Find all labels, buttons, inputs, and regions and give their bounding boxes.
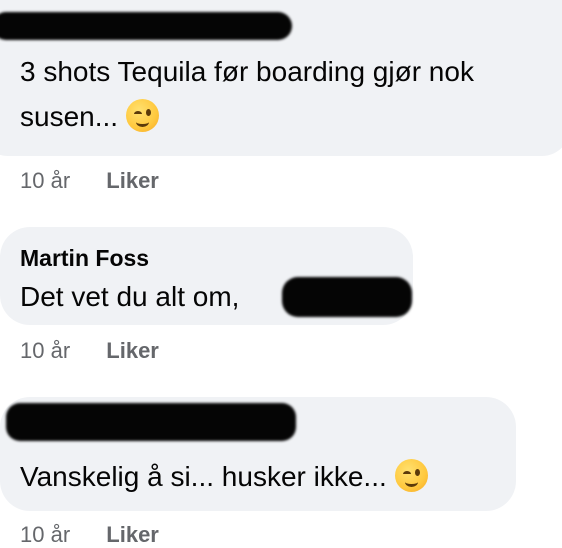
comment-author[interactable]: Martin Foss [20, 245, 149, 272]
like-button[interactable]: Liker [106, 168, 159, 194]
comment-timestamp: 10 år [20, 522, 71, 547]
comment-bubble: Martin Foss Det vet du alt om, [0, 227, 413, 325]
comment-meta: 10 år Liker [20, 168, 159, 194]
comment-bubble: 3 shots Tequila før boarding gjør nok su… [0, 0, 562, 156]
comment-text-line: 3 shots Tequila før boarding gjør nok [20, 56, 474, 87]
comment-meta: 10 år Liker [20, 522, 159, 548]
like-button[interactable]: Liker [106, 522, 159, 548]
comment-text-line: Vanskelig å si... husker ikke... [20, 461, 387, 492]
comment-meta: 10 år Liker [20, 338, 159, 364]
comment-text-line: susen... [20, 101, 119, 132]
comment-text: Det vet du alt om, [20, 271, 239, 323]
like-button[interactable]: Liker [106, 338, 159, 364]
comment-text-line: Det vet du alt om, [20, 281, 240, 312]
redacted-author-name [0, 12, 292, 40]
winking-face-icon [126, 99, 160, 132]
redacted-author-name [6, 403, 296, 441]
comment-text: susen... [20, 91, 160, 143]
redacted-tagged-name [282, 277, 412, 317]
comment-timestamp: 10 år [20, 338, 71, 363]
comment-text: Vanskelig å si... husker ikke... [20, 451, 428, 503]
winking-face-icon [394, 459, 428, 492]
comment-timestamp: 10 år [20, 168, 71, 193]
comment-bubble: Vanskelig å si... husker ikke... [0, 397, 516, 511]
